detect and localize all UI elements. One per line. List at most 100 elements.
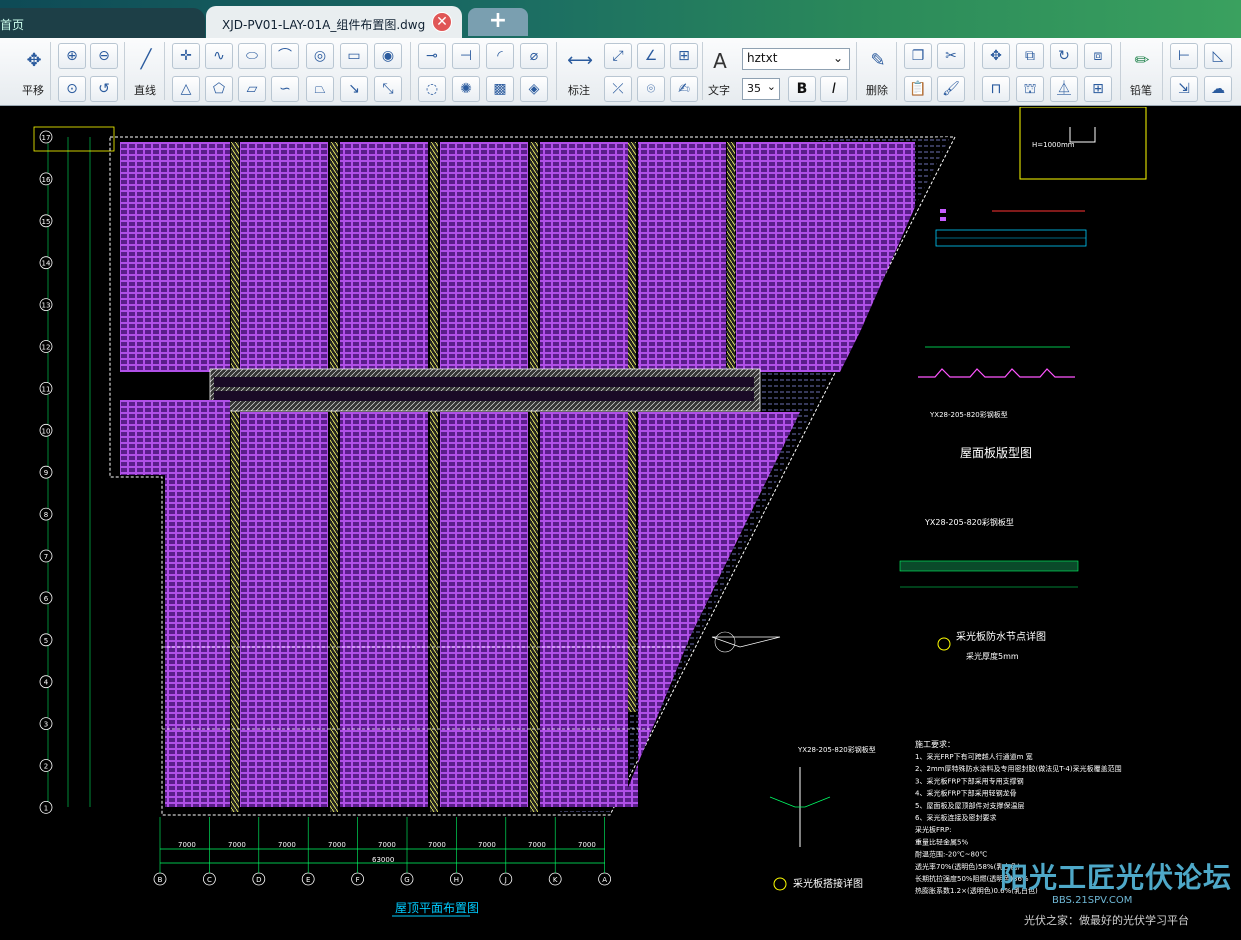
parallelogram-icon[interactable]: ▱	[238, 76, 266, 102]
drawing-canvas[interactable]: 7000 7000 7000 7000 7000 7000 7000 7000 …	[0, 106, 1241, 936]
close-tab-icon[interactable]: ✕	[432, 12, 452, 32]
axis-number-label: 11	[42, 385, 51, 393]
crosshair-icon[interactable]: ✛	[172, 43, 200, 69]
import-icon[interactable]: ⇲	[1170, 76, 1198, 102]
hatch-icon[interactable]: ▩	[486, 76, 514, 102]
toolbar-separator	[410, 42, 411, 100]
paste-icon[interactable]: 📋	[904, 76, 932, 102]
offset-icon[interactable]: ◌	[418, 76, 446, 102]
axis-letter-group: BCDEFGHJKA	[153, 817, 611, 886]
toolbar-separator	[556, 42, 557, 100]
font-name: hztxt	[747, 51, 778, 65]
arc-icon[interactable]: ⌒	[271, 43, 299, 69]
leader-icon[interactable]: ✍	[670, 76, 698, 102]
skylight-band	[209, 368, 761, 412]
xline-icon[interactable]: ⤡	[374, 76, 402, 102]
radius-dim-icon[interactable]: ⤫	[604, 76, 632, 102]
pan-icon[interactable]: ✥	[20, 49, 48, 75]
walkway	[727, 142, 735, 372]
waterproof-panel-spec: YX28-205-820彩钢板型	[924, 517, 1014, 527]
line-tool-icon[interactable]: ╱	[132, 48, 160, 74]
fillet-icon[interactable]: ◜	[486, 43, 514, 69]
rectangle-icon[interactable]: ▭	[340, 43, 368, 69]
joint-title: 采光板搭接详图	[793, 877, 863, 890]
ray-icon[interactable]: ↘	[340, 76, 368, 102]
roof-panel-profile	[918, 368, 1075, 378]
mirror-icon[interactable]: ⏅	[1050, 76, 1078, 102]
zoom-previous-icon[interactable]: ↺	[90, 76, 118, 102]
detail-sketch	[1069, 127, 1096, 143]
pv-array-block	[540, 412, 628, 807]
angular-dim-icon[interactable]: ∠	[637, 43, 665, 69]
copy-object-icon[interactable]: ⧈	[1084, 43, 1112, 69]
walkway	[330, 142, 338, 812]
axis-number-label: 16	[42, 176, 51, 184]
circle-icon[interactable]: ◎	[306, 43, 334, 69]
rotate-snap-icon[interactable]: ✺	[452, 76, 480, 102]
detail-label: H=1000mm	[1032, 141, 1075, 149]
axis-letter-label: B	[158, 876, 163, 884]
dimension-text: 7000	[378, 841, 396, 849]
scale-icon[interactable]: ⧉	[1016, 43, 1044, 69]
chevron-down-icon: ⌄	[766, 80, 776, 93]
polyline-icon[interactable]: ∿	[205, 43, 233, 69]
axis-number-label: 4	[44, 679, 49, 687]
axis-number-group: 17 16 15 14 13 12 11 10 9 8 7 6 5 4 3 2 1	[39, 130, 53, 814]
new-tab-button[interactable]: +	[468, 8, 528, 36]
ellipse-icon[interactable]: ⬭	[238, 43, 266, 69]
diameter-dim-icon[interactable]: ⌾	[637, 76, 665, 102]
zoom-in-icon[interactable]: ⊕	[58, 43, 86, 69]
zoom-out-icon[interactable]: ⊖	[90, 43, 118, 69]
explode-icon[interactable]: ⛫	[1016, 76, 1044, 102]
font-select[interactable]: hztxt ⌄	[742, 48, 850, 70]
text-tool-icon[interactable]: A	[706, 49, 734, 75]
array-icon[interactable]: ⊞	[1084, 76, 1112, 102]
measure-angle-icon[interactable]: ◺	[1204, 43, 1232, 69]
move-icon[interactable]: ✥	[982, 43, 1010, 69]
stretch-icon[interactable]: ⊓	[982, 76, 1010, 102]
axis-letter-label: F	[356, 876, 360, 884]
note-line: 1、采光FRP下有可跨越人行通道m 宽	[915, 752, 1033, 761]
trapezoid-icon[interactable]: ⏢	[306, 76, 334, 102]
toolbar-separator	[856, 42, 857, 100]
italic-button[interactable]: I	[820, 76, 848, 102]
pentagon-icon[interactable]: ⬠	[205, 76, 233, 102]
axis-letter-label: E	[306, 876, 310, 884]
tab-drawing-file[interactable]: XJD-PV01-LAY-01A_组件布置图.dwg	[206, 6, 462, 38]
walkway	[430, 142, 438, 812]
dimension-text: 7000	[578, 841, 596, 849]
pencil-icon[interactable]: ✏	[1128, 49, 1156, 75]
rotate-icon[interactable]: ↻	[1050, 43, 1078, 69]
continuous-dim-icon[interactable]: ⊞	[670, 43, 698, 69]
dimension-text: 7000	[528, 841, 546, 849]
trim-icon[interactable]: ⊸	[418, 43, 446, 69]
toolbar-separator	[50, 42, 51, 100]
dimension-label: 标注	[568, 84, 590, 97]
text-tool-label: 文字	[708, 84, 730, 97]
eraser-icon[interactable]: ✎	[864, 49, 892, 75]
pv-array-block	[240, 412, 328, 807]
pv-array-block	[736, 142, 915, 372]
spline-icon[interactable]: ∽	[271, 76, 299, 102]
cut-icon[interactable]: ✂	[937, 43, 965, 69]
watermark-brand: 阳光工匠光伏论坛	[1000, 861, 1233, 894]
dimension-icon[interactable]: ⟷	[566, 49, 594, 75]
zoom-window-icon[interactable]: ⊙	[58, 76, 86, 102]
break-icon[interactable]: ⊣	[452, 43, 480, 69]
dimension-text: 7000	[278, 841, 296, 849]
triangle-icon[interactable]: △	[172, 76, 200, 102]
cloud-icon[interactable]: ☁	[1204, 76, 1232, 102]
match-properties-icon[interactable]: 🖌	[937, 76, 965, 102]
fill-bucket-icon[interactable]: ◈	[520, 76, 548, 102]
aligned-dim-icon[interactable]: ⤢	[604, 43, 632, 69]
pv-array-block	[120, 142, 230, 372]
cad-drawing: 7000 7000 7000 7000 7000 7000 7000 7000 …	[33, 106, 1147, 917]
copy-icon[interactable]: ❐	[904, 43, 932, 69]
font-size-select[interactable]: 35 ⌄	[742, 78, 780, 100]
note-line: 3、采光板FRP下部采用专用支撑钢	[915, 776, 1024, 785]
erase-shape-icon[interactable]: ⌀	[520, 43, 548, 69]
bold-button[interactable]: B	[788, 76, 816, 102]
measure-distance-icon[interactable]: ⊢	[1170, 43, 1198, 69]
tab-home[interactable]: 首页	[0, 8, 205, 38]
donut-icon[interactable]: ◉	[374, 43, 402, 69]
